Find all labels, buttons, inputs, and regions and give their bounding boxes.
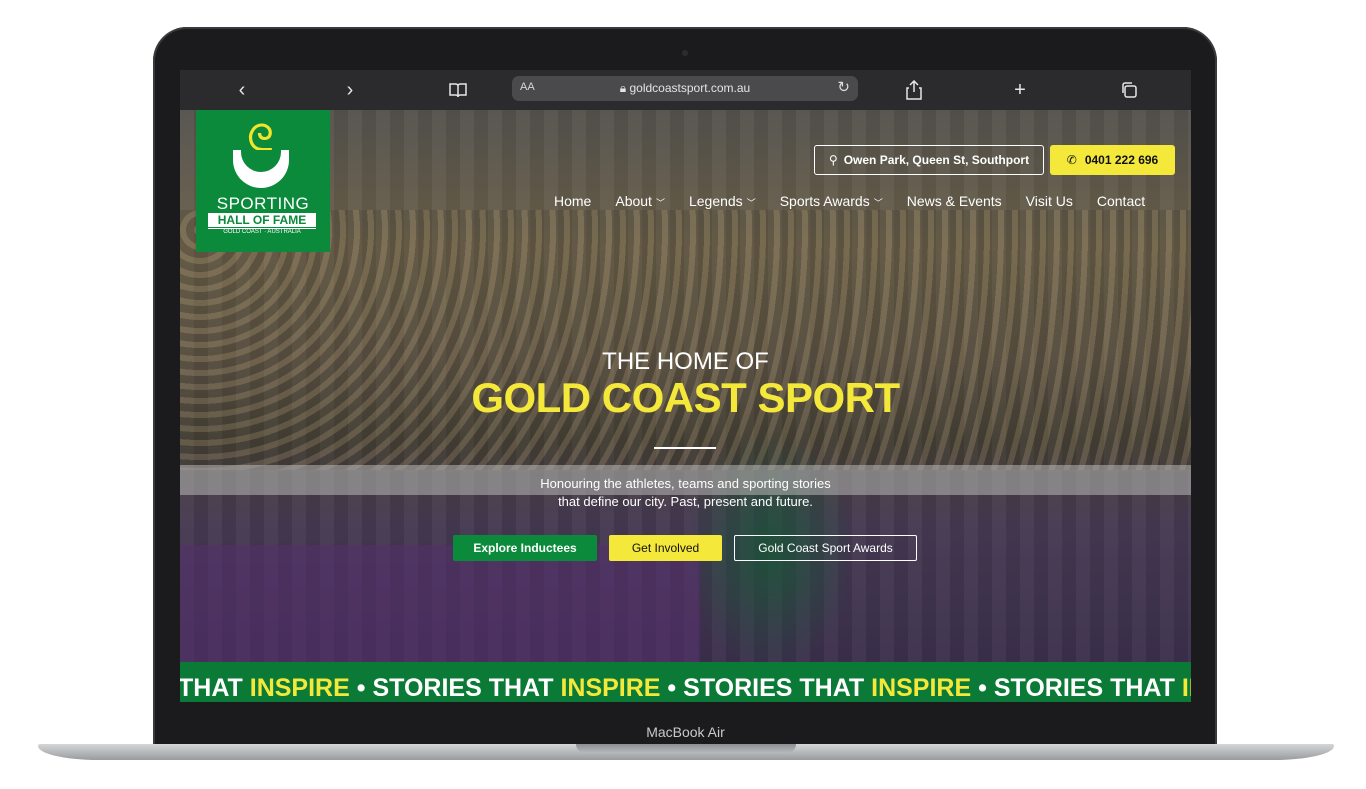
tabs-icon[interactable] [1118,78,1140,102]
map-pin-icon: ⚲ [828,153,838,167]
ticker-text: THAT INSPIRE • STORIES THAT INSPIRE • ST… [180,674,1191,702]
plus-icon[interactable]: + [1010,78,1030,102]
share-icon[interactable] [902,78,926,102]
logo-line2: HALL OF FAME [208,213,316,227]
reload-icon[interactable]: ↻ [837,78,850,96]
nav-item-news-events[interactable]: News & Events [907,193,1002,209]
location-button[interactable]: ⚲ Owen Park, Queen St, Southport [814,145,1044,175]
laptop-chin: MacBook Air [160,720,1211,746]
nav-item-visit-us[interactable]: Visit Us [1026,193,1073,209]
hero-kicker: THE HOME OF [602,348,769,375]
nav-item-legends[interactable]: Legends ﹀ [689,193,756,209]
ticker-banner: THAT INSPIRE • STORIES THAT INSPIRE • ST… [180,662,1191,702]
chevron-down-icon: ﹀ [873,198,883,208]
explore-inductees-button[interactable]: Explore Inductees [453,535,597,561]
chevron-down-icon: ﹀ [746,198,756,208]
hero-divider [654,447,716,449]
laptop-notch [576,744,796,753]
hero-subtitle-line2: that define our city. Past, present and … [558,494,813,509]
nav-item-about[interactable]: About ﹀ [615,193,665,209]
phone-button[interactable]: ✆ 0401 222 696 [1050,145,1175,175]
logo-line3: GOLD COAST · AUSTRALIA [208,228,316,235]
address-bar[interactable]: AA 🔒︎ goldcoastsport.com.au ↻ [512,76,858,101]
hero-subtitle: Honouring the athletes, teams and sporti… [180,475,1191,511]
bowl-icon [233,150,289,188]
browser-toolbar: ‹ › AA 🔒︎ goldcoastsport.com.au ↻ + [180,70,1191,110]
nav-item-home[interactable]: Home [554,193,591,209]
gold-coast-sport-awards-button[interactable]: Gold Coast Sport Awards [734,535,917,561]
chevron-right-icon[interactable]: › [340,78,360,102]
camera-icon [682,50,688,56]
get-involved-button[interactable]: Get Involved [609,535,722,561]
hero-title: GOLD COAST SPORT [471,374,900,421]
phone-label: 0401 222 696 [1084,153,1159,167]
book-icon[interactable] [446,78,470,102]
url-field[interactable]: 🔒︎ goldcoastsport.com.au [512,81,858,96]
nav-item-contact[interactable]: Contact [1097,193,1145,209]
phone-icon: ✆ [1066,153,1077,167]
logo-line1: SPORTING [216,194,310,213]
hero-subtitle-line1: Honouring the athletes, teams and sporti… [540,476,831,491]
nav-item-sports-awards[interactable]: Sports Awards ﹀ [780,193,883,209]
screen: ‹ › AA 🔒︎ goldcoastsport.com.au ↻ + ᘓ SP… [180,70,1191,702]
chevron-left-icon[interactable]: ‹ [232,78,252,102]
hero-section: ᘓ SPORTING HALL OF FAME GOLD COAST · AUS… [180,110,1191,665]
location-label: Owen Park, Queen St, Southport [843,153,1030,167]
chevron-down-icon: ﹀ [655,198,665,208]
device-label: MacBook Air [646,724,725,740]
site-logo[interactable]: ᘓ SPORTING HALL OF FAME GOLD COAST · AUS… [196,110,330,252]
main-nav: Home About ﹀ Legends ﹀ Sports Awards ﹀ News… [554,193,1145,209]
url-text: goldcoastsport.com.au [629,81,751,95]
